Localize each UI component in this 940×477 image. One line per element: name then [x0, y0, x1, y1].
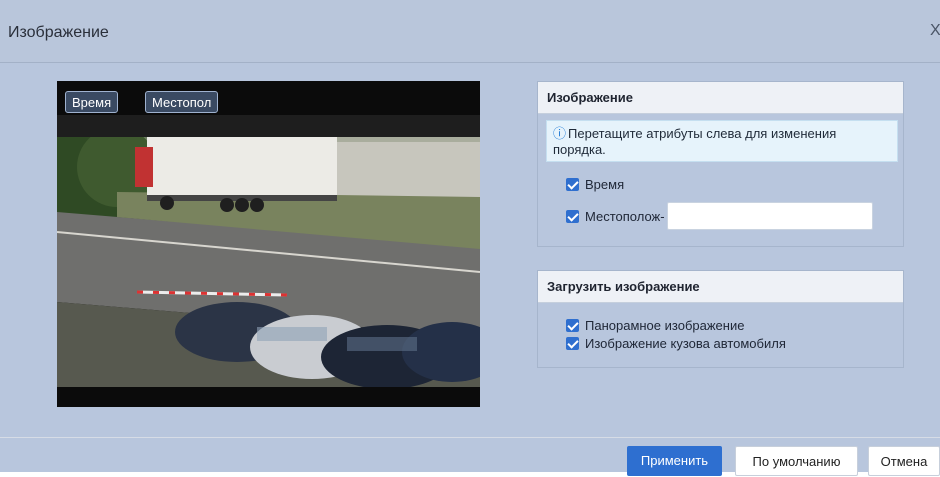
- image-settings-dialog: Изображение X Время Местопол Изображение…: [0, 0, 940, 476]
- camera-image: [57, 137, 480, 387]
- location-text-input[interactable]: [667, 202, 873, 230]
- info-hint: ⓘ Перетащите атрибуты слева для изменения…: [546, 120, 898, 162]
- info-hint-text: Перетащите атрибуты слева для изменения …: [553, 126, 837, 157]
- checkbox-vehicle-body-label: Изображение кузова автомобиля: [585, 336, 786, 351]
- overlay-location-label[interactable]: Местопол: [145, 91, 219, 113]
- info-icon: ⓘ: [553, 126, 567, 141]
- checkbox-checked-icon[interactable]: [566, 337, 579, 350]
- checkbox-checked-icon[interactable]: [566, 210, 579, 223]
- default-button[interactable]: По умолчанию: [735, 446, 858, 476]
- checkbox-time-row[interactable]: Время: [566, 176, 624, 194]
- checkbox-vehicle-body-row[interactable]: Изображение кузова автомобиля: [566, 335, 786, 353]
- dialog-title: Изображение: [8, 24, 109, 41]
- apply-button[interactable]: Применить: [627, 446, 722, 476]
- dialog-titlebar: Изображение X: [0, 0, 940, 63]
- checkbox-location-row[interactable]: Местополож-: [566, 208, 665, 226]
- checkbox-location-label: Местополож-: [585, 209, 665, 224]
- preview-band: [57, 115, 480, 137]
- overlay-time-label[interactable]: Время: [65, 91, 119, 113]
- checkbox-time-label: Время: [585, 177, 625, 192]
- checkbox-checked-icon[interactable]: [566, 319, 579, 332]
- image-panel-title: Изображение: [538, 82, 903, 114]
- checkbox-checked-icon[interactable]: [566, 178, 579, 191]
- cancel-button[interactable]: Отмена: [868, 446, 940, 476]
- upload-image-panel: Загрузить изображение Панорамное изображ…: [537, 270, 904, 368]
- checkbox-panoramic-row[interactable]: Панорамное изображение: [566, 317, 744, 335]
- video-preview: Время Местопол: [57, 81, 480, 407]
- checkbox-panoramic-label: Панорамное изображение: [585, 318, 745, 333]
- upload-panel-title: Загрузить изображение: [538, 271, 903, 303]
- close-icon[interactable]: X: [930, 22, 940, 40]
